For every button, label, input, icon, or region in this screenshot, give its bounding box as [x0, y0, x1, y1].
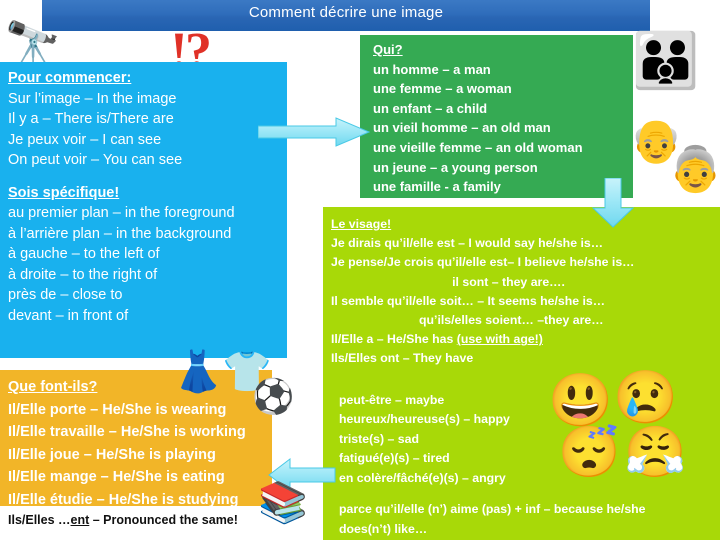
blue-spacer [8, 171, 279, 183]
orange-line: Il/Elle étudie – He/She is studying [8, 491, 239, 508]
lime-line-with-note: Il/Elle a – He/She has (use with age!) [331, 330, 720, 349]
lime-line: Je pense/Je crois qu’il/elle est– I beli… [331, 255, 635, 270]
green-line: une femme – a woman [373, 81, 512, 97]
green-heading: Qui? [373, 42, 403, 57]
blue-line: à gauche – to the left of [8, 246, 160, 262]
blue-line: Il y a – There is/There are [8, 111, 174, 127]
orange-line: Il/Elle travaille – He/She is working [8, 424, 246, 440]
green-line: un jeune – a young person [373, 159, 538, 175]
blue-heading-2: Sois spécifique! [8, 184, 120, 201]
green-line: un homme – a man [373, 61, 491, 77]
lime-line: Il semble qu’il/elle soit… – It seems he… [331, 293, 606, 308]
green-line: un vieil homme – an old man [373, 120, 551, 136]
crying-face-icon: 😢 [613, 369, 678, 427]
panel-pour-commencer: Pour commencer: Sur l’image – In the ima… [0, 62, 287, 358]
orange-footnote-underlined: ent [70, 513, 90, 527]
blue-line: au premier plan – in the foreground [8, 205, 235, 221]
arrow-down-icon [592, 178, 634, 228]
blue-box-text: Pour commencer: Sur l’image – In the ima… [8, 68, 279, 326]
books-icon: 📚 [258, 481, 308, 525]
orange-line: Il/Elle porte – He/She is wearing [8, 401, 227, 418]
orange-line: Il/Elle joue – He/She is playing [8, 446, 216, 463]
slide-canvas: Comment décrire une image 🔭 !? Pour comm… [0, 0, 720, 540]
angry-face-icon: 😤 [624, 424, 687, 480]
page-title: Comment décrire une image [248, 4, 444, 21]
orange-footnote: Ils/Elles …ent – Pronounced the same! [8, 513, 238, 527]
blue-line: Je peux voir – I can see [8, 131, 162, 148]
lime-closing-line: parce qu’il/elle (n’) aime (pas) + inf –… [339, 502, 646, 517]
lime-box-text: Le visage! Je dirais qu’il/elle est – I … [331, 215, 720, 369]
lime-line: Je dirais qu’il/elle est – I would say h… [331, 236, 604, 251]
orange-footnote-suffix: – Pronounced the same! [89, 513, 238, 527]
orange-footnote-prefix: Ils/Elles … [8, 513, 71, 527]
blue-line: Sur l’image – In the image [8, 90, 177, 107]
orange-box-text: Que font-ils? Il/Elle porte – He/She is … [8, 376, 272, 511]
panel-qui: Qui? un homme – a man une femme – a woma… [360, 35, 633, 198]
grinning-face-icon: 😃 [548, 372, 613, 430]
lime-heading: Le visage! [331, 217, 392, 231]
dress-icon: 👗 [173, 350, 223, 394]
sleeping-face-icon: 😴 [558, 424, 621, 480]
lime-line: il sont – they are…. [452, 274, 565, 289]
green-box-text: Qui? un homme – a man une femme – a woma… [373, 40, 633, 197]
green-line: un enfant – a child [373, 100, 488, 116]
lime-closing-line: does(n’t) like… [339, 521, 428, 536]
blue-line: On peut voir – You can see [8, 152, 183, 168]
soccer-ball-icon: ⚽ [252, 378, 295, 416]
blue-heading-1: Pour commencer: [8, 70, 132, 86]
lime-line-underlined-note: (use with age!) [456, 332, 543, 347]
lime-line-text: Il/Elle a – He/She has [331, 332, 454, 347]
family-icon: 👪 [632, 31, 700, 91]
lime-line: Ils/Elles ont – They have [331, 351, 474, 366]
lime-spacer [339, 488, 720, 500]
blue-line: à l’arrière plan – in the background [8, 225, 232, 242]
orange-line: Il/Elle mange – He/She is eating [8, 469, 225, 485]
lime-line: qu’ils/elles soient… –they are… [419, 313, 604, 328]
blue-line: près de – close to [8, 287, 123, 303]
arrow-right-icon [258, 117, 370, 147]
blue-line: à droite – to the right of [8, 266, 158, 283]
slide-title-bar: Comment décrire une image [42, 0, 650, 31]
green-line: une vieille femme – an old woman [373, 139, 583, 155]
old-woman-icon: 👵 [668, 145, 720, 194]
blue-line: devant – in front of [8, 307, 129, 324]
